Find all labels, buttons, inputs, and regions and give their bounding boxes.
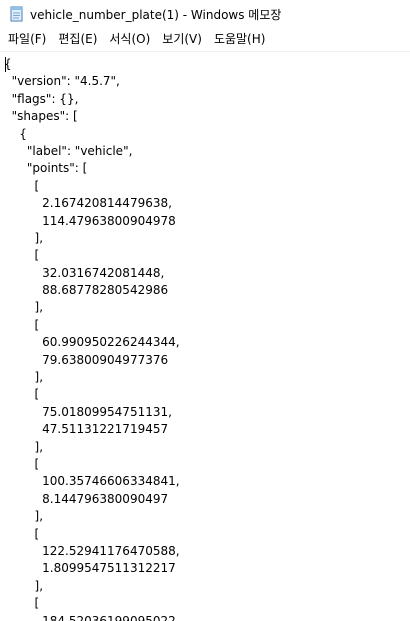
editor-line: 79.63800904977376 [4, 352, 169, 367]
editor-line: 32.0316742081448, [4, 265, 165, 280]
title-bar: vehicle_number_plate(1) - Windows 메모장 [0, 0, 410, 28]
editor-line: 184.52036199095022, [4, 613, 180, 621]
window-title: vehicle_number_plate(1) - Windows 메모장 [30, 7, 282, 22]
text-caret [5, 57, 6, 72]
editor-line: ], [4, 509, 44, 524]
editor-content[interactable]: { "version": "4.5.7", "flags": {}, "shap… [4, 56, 180, 621]
menu-file[interactable]: 파일(F) [2, 29, 52, 49]
editor-line: [ [4, 526, 40, 541]
editor-line: "points": [ [4, 161, 88, 176]
editor-line: 100.35746606334841, [4, 474, 180, 489]
menu-view[interactable]: 보기(V) [156, 29, 208, 49]
notepad-icon [10, 6, 24, 22]
editor-line: [ [4, 178, 40, 193]
editor-line: { [4, 57, 12, 71]
editor-line: 88.68778280542986 [4, 283, 169, 298]
editor-line: 8.144796380090497 [4, 491, 169, 506]
editor-line: [ [4, 317, 40, 332]
menu-help[interactable]: 도움말(H) [208, 29, 272, 49]
editor-line: ], [4, 439, 44, 454]
editor-line: [ [4, 456, 40, 471]
menu-format[interactable]: 서식(O) [103, 29, 156, 49]
editor-line: "flags": {}, [4, 91, 79, 106]
editor-line: 2.167420814479638, [4, 196, 172, 211]
editor-line: ], [4, 578, 44, 593]
editor-line: 60.990950226244344, [4, 335, 180, 350]
editor-line: 1.8099547511312217 [4, 561, 176, 576]
editor-line: "version": "4.5.7", [4, 74, 120, 89]
editor-line: [ [4, 596, 40, 611]
editor-line: 114.47963800904978 [4, 213, 176, 228]
editor-line: ], [4, 370, 44, 385]
editor-line: 122.52941176470588, [4, 543, 180, 558]
menu-bar: 파일(F) 편집(E) 서식(O) 보기(V) 도움말(H) [0, 28, 410, 50]
editor-line: { [4, 126, 27, 141]
editor-line: "shapes": [ [4, 109, 78, 124]
menu-edit[interactable]: 편집(E) [52, 29, 103, 49]
editor-line: ], [4, 300, 44, 315]
editor-line: ], [4, 230, 44, 245]
editor-line: 75.01809954751131, [4, 404, 172, 419]
editor-line: [ [4, 248, 40, 263]
editor-line: 47.51131221719457 [4, 422, 169, 437]
editor-line: "label": "vehicle", [4, 143, 133, 158]
editor-line: [ [4, 387, 40, 402]
text-editor[interactable]: { "version": "4.5.7", "flags": {}, "shap… [0, 51, 410, 621]
